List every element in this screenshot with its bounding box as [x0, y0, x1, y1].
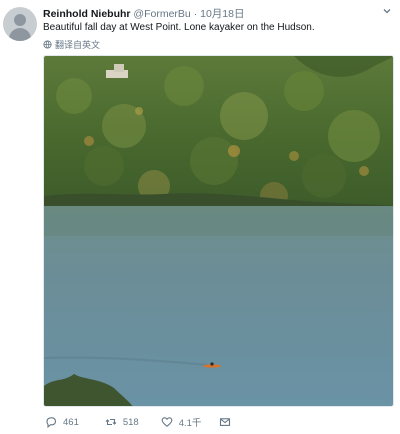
- avatar[interactable]: [3, 7, 37, 41]
- header-separator: ·: [193, 8, 198, 20]
- like-button[interactable]: 4.1千: [161, 415, 202, 429]
- tweet-card: Reinhold Niebuhr @FormerBu · 10月18日 Beau…: [0, 0, 400, 434]
- translate-link[interactable]: 翻译自英文: [43, 38, 100, 51]
- reply-icon: [46, 417, 57, 428]
- author-name[interactable]: Reinhold Niebuhr: [43, 8, 131, 20]
- direct-message-button[interactable]: [219, 416, 231, 428]
- tweet-photo[interactable]: [43, 55, 394, 407]
- retweet-button[interactable]: 518: [105, 416, 139, 428]
- retweet-count: 518: [122, 416, 139, 428]
- globe-icon: [43, 40, 52, 49]
- tweet-header: Reinhold Niebuhr @FormerBu · 10月18日: [43, 6, 244, 21]
- heart-icon: [161, 417, 173, 427]
- author-handle[interactable]: @FormerBu: [133, 8, 190, 20]
- hudson-river-photo: [44, 56, 393, 406]
- avatar-body: [9, 28, 31, 41]
- tweet-actions: 461 518 4.1千: [43, 415, 231, 429]
- reply-count: 461: [63, 416, 79, 428]
- reply-button[interactable]: 461: [45, 416, 79, 428]
- avatar-head: [14, 14, 26, 26]
- like-count: 4.1千: [178, 418, 202, 429]
- tweet-timestamp[interactable]: 10月18日: [200, 8, 244, 20]
- tweet-text: Beautiful fall day at West Point. Lone k…: [43, 22, 315, 33]
- retweet-icon: [105, 418, 117, 426]
- translate-label: 翻译自英文: [55, 40, 101, 50]
- chevron-down-icon[interactable]: [382, 6, 392, 16]
- envelope-icon: [220, 418, 231, 426]
